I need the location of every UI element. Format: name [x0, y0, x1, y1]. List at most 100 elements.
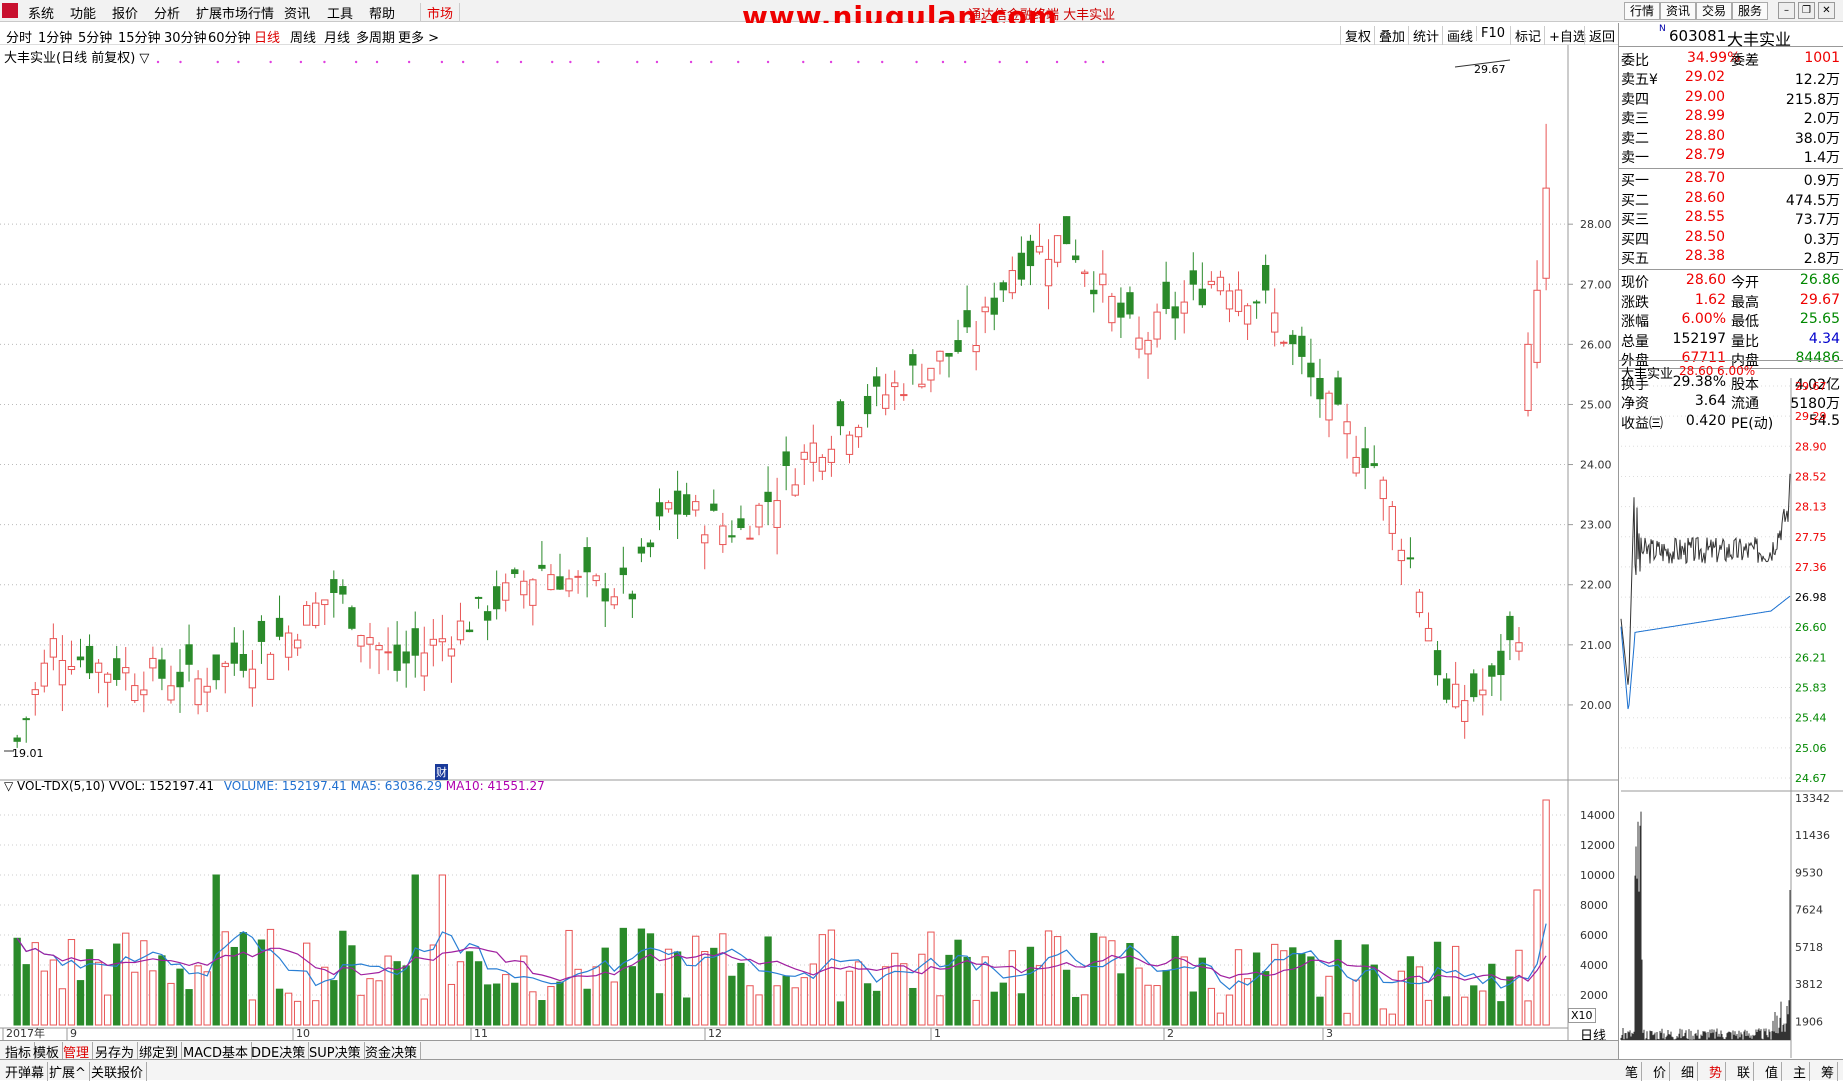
menu-help[interactable]: 帮助	[369, 3, 395, 22]
candle-body	[1171, 306, 1179, 319]
kline-chart-area[interactable]: 28.00 27.00 26.00 25.00 24.00 23.00 22.00 21.00…	[0, 45, 1618, 1058]
period-5min[interactable]: 5分钟	[78, 27, 112, 46]
signal-dot	[1055, 60, 1059, 64]
volume-bar	[511, 982, 519, 1026]
menu-analysis[interactable]: 分析	[154, 3, 180, 22]
rb-detail[interactable]: 细	[1678, 1062, 1699, 1081]
period-15min[interactable]: 15分钟	[118, 27, 161, 46]
mini-price-tick: 24.67	[1795, 772, 1827, 785]
restore-icon[interactable]: ❐	[1798, 2, 1815, 19]
intraday-mini-chart[interactable]: 29.67 29.29 28.90 28.52 28.13 27.75 27.36 26.98…	[1619, 378, 1843, 1058]
close-icon[interactable]: ✕	[1818, 2, 1835, 19]
rb-tick[interactable]: 笔	[1622, 1062, 1643, 1081]
volume-bar	[1479, 990, 1487, 1026]
candle-body	[773, 500, 781, 528]
rb-price[interactable]: 价	[1650, 1062, 1671, 1081]
rb-main[interactable]: 主	[1790, 1062, 1811, 1081]
rb-value[interactable]: 值	[1762, 1062, 1783, 1081]
menu-system[interactable]: 系统	[28, 3, 54, 22]
period-more[interactable]: 更多 >	[398, 27, 439, 46]
signal-dot	[269, 60, 272, 64]
top-button-news[interactable]: 资讯	[1660, 2, 1697, 20]
menu-quote[interactable]: 报价	[112, 3, 138, 22]
volume-bar	[1424, 999, 1433, 1026]
period-60min[interactable]: 60分钟	[208, 27, 251, 46]
period-daily[interactable]: 日线	[254, 27, 280, 46]
menu-tools[interactable]: 工具	[327, 3, 353, 22]
extend-toggle[interactable]: 扩展^	[46, 1062, 90, 1081]
candle-body	[1415, 591, 1424, 614]
volume-bar	[909, 987, 917, 1026]
candle-body	[556, 576, 564, 590]
volume-bar	[1072, 996, 1080, 1026]
tool-add-favorite[interactable]: +自选	[1544, 26, 1586, 45]
tool-back[interactable]: 返回	[1584, 26, 1615, 45]
volume-bar	[185, 989, 193, 1026]
linked-quote[interactable]: 关联报价	[88, 1062, 148, 1081]
volume-tick-label: 12000	[1580, 839, 1615, 852]
kline-chart[interactable]: 28.00 27.00 26.00 25.00 24.00 23.00 22.00 21.00…	[0, 45, 1618, 1040]
volume-bar	[429, 944, 437, 1026]
candle-body	[1198, 288, 1206, 306]
menu-bar: 系统 功能 报价 分析 扩展市场行情 资讯 工具 帮助 市场 通达信金融终端 大…	[0, 0, 1843, 33]
signal-dot	[857, 60, 860, 64]
signal-dot	[156, 60, 160, 64]
period-weekly[interactable]: 周线	[290, 27, 316, 46]
volume-bar	[312, 1000, 320, 1026]
volume-bar	[1334, 939, 1342, 1026]
volume-bar	[140, 940, 148, 1026]
tool-stats[interactable]: 统计	[1408, 26, 1439, 45]
tool-draw[interactable]: 画线	[1442, 26, 1473, 45]
candle-body	[1506, 615, 1514, 641]
volume-bar	[701, 951, 709, 1026]
volume-bar	[755, 994, 763, 1026]
period-multi[interactable]: 多周期	[356, 27, 395, 46]
top-button-service[interactable]: 服务	[1732, 2, 1769, 20]
menu-extended-market[interactable]: 扩展市场行情	[196, 3, 274, 22]
candle-body	[646, 542, 655, 548]
volume-bar	[375, 980, 383, 1026]
tool-overlay[interactable]: 叠加	[1374, 26, 1405, 45]
minimize-icon[interactable]: –	[1778, 2, 1795, 19]
candle-body	[827, 448, 836, 463]
menu-function[interactable]: 功能	[70, 3, 96, 22]
rb-trend[interactable]: 势	[1706, 1062, 1727, 1081]
date-axis-label: 10	[296, 1027, 310, 1040]
vol-indicator-name[interactable]: ▽ VOL-TDX(5,10)	[4, 779, 105, 793]
tool-adjust[interactable]: 复权	[1340, 26, 1371, 45]
signal-dot	[519, 60, 523, 64]
period-30min[interactable]: 30分钟	[164, 27, 207, 46]
volume-bar	[990, 991, 998, 1026]
candle-body	[1135, 337, 1143, 350]
danmu-toggle[interactable]: 开弹幕	[2, 1062, 49, 1081]
volume-bar	[1289, 947, 1297, 1026]
top-button-quotes[interactable]: 行情	[1624, 2, 1661, 20]
rb-chips[interactable]: 筹	[1818, 1062, 1839, 1081]
rb-link[interactable]: 联	[1734, 1062, 1755, 1081]
candle-body	[22, 718, 30, 721]
tool-mark[interactable]: 标记	[1510, 26, 1541, 45]
menu-news[interactable]: 资讯	[284, 3, 310, 22]
period-tick[interactable]: 分时	[6, 27, 32, 46]
volume-bar	[673, 951, 682, 1026]
volume-bar	[94, 961, 103, 1026]
signal-dot	[1101, 60, 1105, 64]
candle-body	[429, 638, 437, 646]
top-button-trade[interactable]: 交易	[1696, 2, 1733, 20]
candle-body	[1316, 377, 1324, 400]
price-tick-label: 23.00	[1580, 519, 1612, 532]
tool-f10[interactable]: F10	[1476, 26, 1505, 41]
menu-market[interactable]: 市场	[420, 3, 461, 22]
volume-bar	[339, 930, 347, 1026]
candle-body	[411, 628, 419, 656]
volume-bar	[1379, 1008, 1387, 1026]
candle-body	[1289, 334, 1297, 345]
volume-bar	[357, 994, 365, 1026]
volume-bar	[854, 961, 863, 1026]
period-1min[interactable]: 1分钟	[38, 27, 72, 46]
candle-body	[384, 651, 392, 654]
volume-header: ▽ VOL-TDX(5,10) VVOL: 152197.41 VOLUME: …	[4, 779, 545, 793]
finance-marker[interactable]: 财	[435, 764, 448, 780]
period-monthly[interactable]: 月线	[324, 27, 350, 46]
volume-bar	[167, 982, 175, 1026]
